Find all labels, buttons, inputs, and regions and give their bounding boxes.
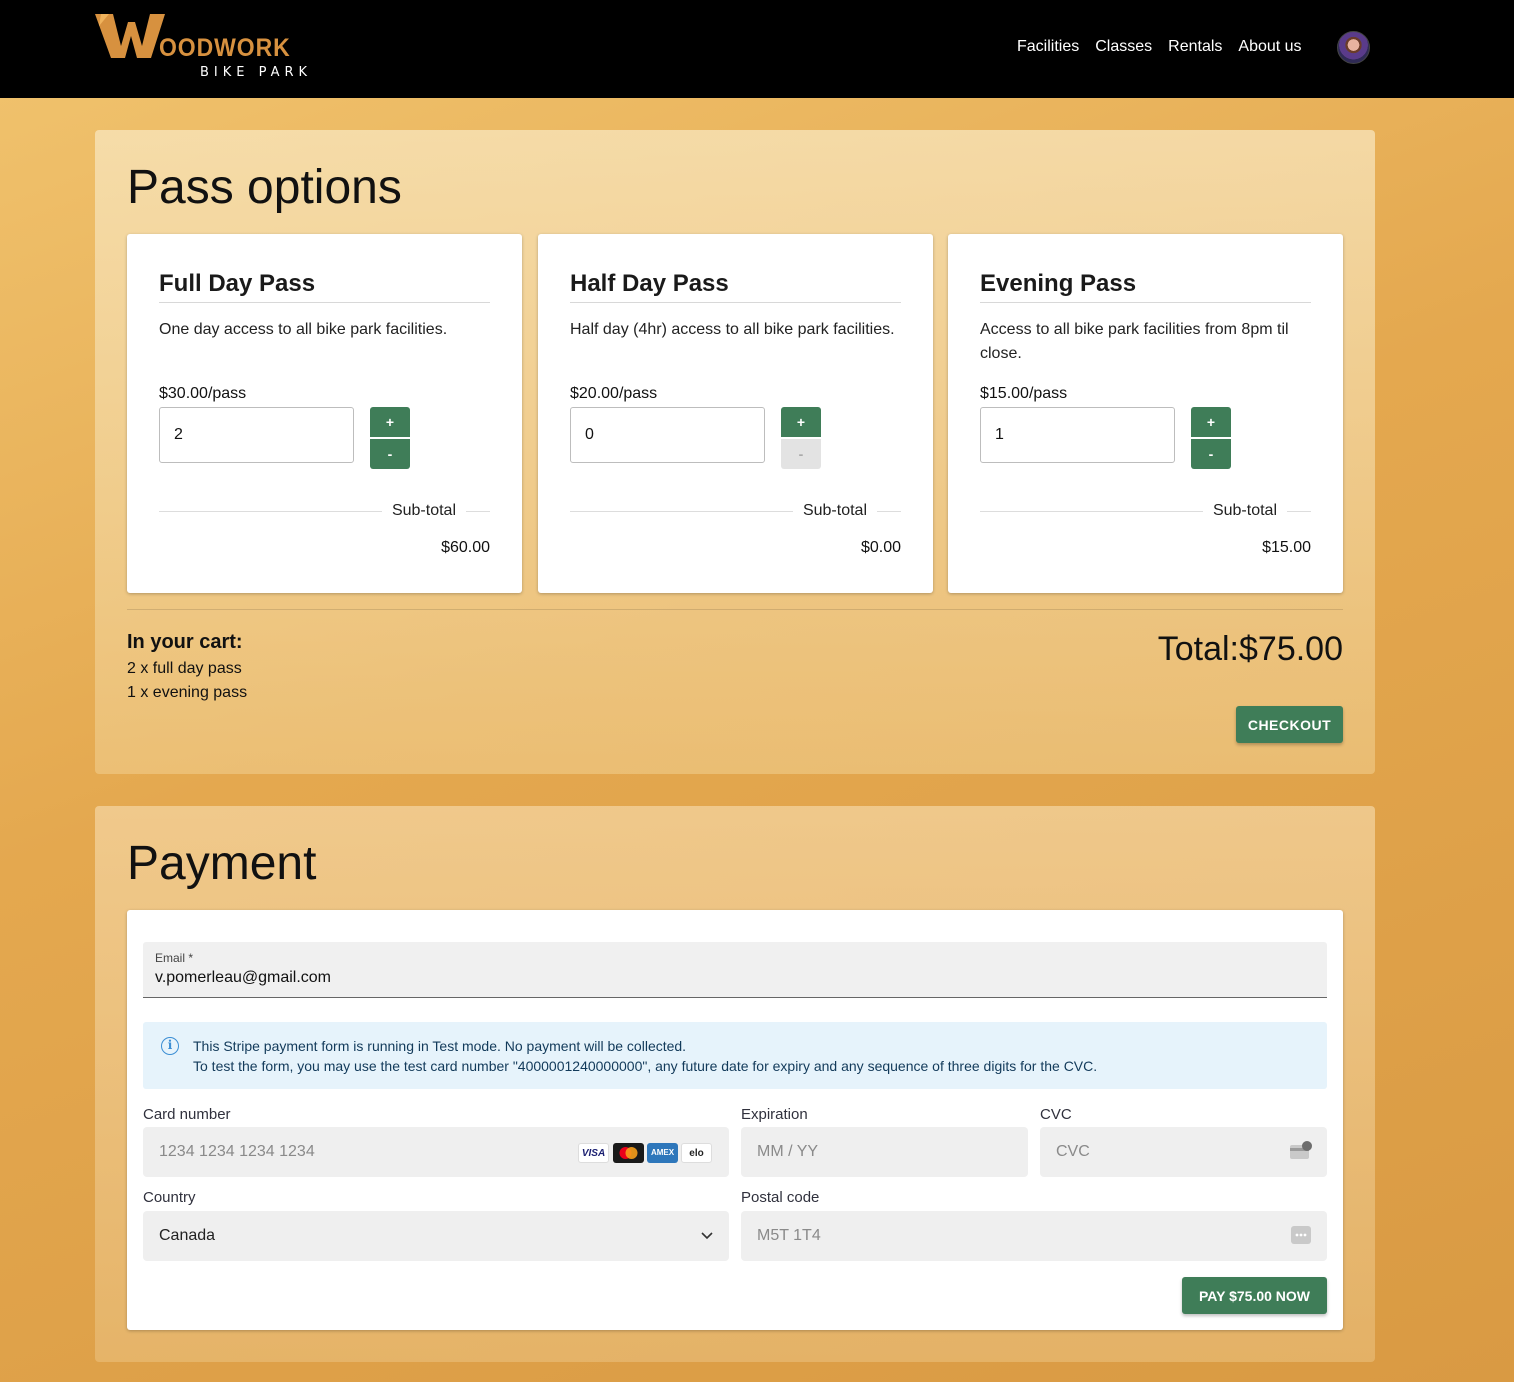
subtotal-value: $15.00 [1262,539,1311,556]
pass-description: Access to all bike park facilities from … [980,321,1289,362]
expiration-input[interactable]: MM / YY [741,1127,1028,1177]
cart-item: 1 x evening pass [127,684,248,701]
pass-options-title: Pass options [127,161,402,214]
mastercard-icon [613,1143,644,1163]
subtotal-value: $0.00 [860,539,901,556]
nav-about-us[interactable]: About us [1238,38,1301,56]
logo-w-mark [95,14,165,58]
payment-title: Payment [127,837,317,890]
main-nav: Facilities Classes Rentals About us [1017,38,1302,56]
subtotal-label: Sub-total [391,502,456,519]
pass-card-evening: Evening Pass Access to all bike park fac… [948,234,1343,593]
top-navbar: OODWORK BIKE PARK Facilities Classes Ren… [0,0,1514,98]
country-value: Canada [159,1227,216,1244]
pass-description: One day access to all bike park faciliti… [159,321,448,338]
email-value[interactable]: v.pomerleau@gmail.com [155,969,331,987]
pass-name: Half Day Pass [570,270,901,303]
nav-rentals[interactable]: Rentals [1168,38,1222,56]
nav-facilities[interactable]: Facilities [1017,38,1079,56]
email-label: Email * [155,951,194,965]
quantity-input[interactable]: 1 [980,407,1175,463]
visa-icon: VISA [578,1143,609,1163]
subtotal-label: Sub-total [1212,502,1277,519]
card-number-label: Card number [143,1106,231,1123]
nav-classes[interactable]: Classes [1095,38,1152,56]
pass-options-panel: Pass options Full Day Pass One day acces… [95,130,1375,774]
card-number-input[interactable]: 1234 1234 1234 1234 VISA AMEX elo [143,1127,729,1177]
quantity-input[interactable]: 2 [159,407,354,463]
elo-icon: elo [681,1143,712,1163]
pass-card-half-day: Half Day Pass Half day (4hr) access to a… [538,234,933,593]
increment-button[interactable]: + [370,407,410,437]
pass-price: $30.00/pass [159,385,247,402]
cvc-placeholder: CVC [1056,1143,1090,1160]
pass-price: $20.00/pass [570,385,658,402]
country-label: Country [143,1189,196,1206]
autofill-dots-icon[interactable] [1289,1225,1313,1245]
subtotal-divider: Sub-total [570,502,901,520]
test-mode-notice: i This Stripe payment form is running in… [143,1022,1327,1089]
cvc-input[interactable]: CVC [1040,1127,1327,1177]
logo-subtitle: BIKE PARK [200,65,313,80]
increment-button[interactable]: + [1191,407,1231,437]
card-number-placeholder: 1234 1234 1234 1234 [159,1143,315,1160]
quantity-stepper: + - [781,407,821,470]
cvc-label: CVC [1040,1106,1072,1123]
email-field[interactable]: Email * v.pomerleau@gmail.com [143,942,1327,998]
decrement-button[interactable]: - [781,439,821,469]
pass-name: Full Day Pass [159,270,490,303]
postal-code-placeholder: M5T 1T4 [757,1227,821,1244]
quantity-input[interactable]: 0 [570,407,765,463]
subtotal-label: Sub-total [802,502,867,519]
subtotal-divider: Sub-total [980,502,1311,520]
pass-name: Evening Pass [980,270,1311,303]
subtotal-divider: Sub-total [159,502,490,520]
checkout-button[interactable]: CHECKOUT [1236,706,1343,743]
cart-item: 2 x full day pass [127,660,242,677]
notice-line-1: This Stripe payment form is running in T… [193,1038,687,1054]
chevron-down-icon [701,1232,713,1240]
pass-price: $15.00/pass [980,385,1068,402]
decrement-button[interactable]: - [1191,439,1231,469]
quantity-stepper: + - [1191,407,1231,470]
cart-divider [127,609,1343,610]
expiration-label: Expiration [741,1106,808,1123]
user-avatar[interactable] [1337,31,1370,64]
quantity-stepper: + - [370,407,410,470]
notice-line-2: To test the form, you may use the test c… [193,1058,1098,1074]
postal-code-label: Postal code [741,1189,820,1206]
postal-code-input[interactable]: M5T 1T4 [741,1211,1327,1261]
pass-description: Half day (4hr) access to all bike park f… [570,321,895,338]
decrement-button[interactable]: - [370,439,410,469]
increment-button[interactable]: + [781,407,821,437]
payment-form: Email * v.pomerleau@gmail.com i This Str… [127,910,1343,1330]
expiration-placeholder: MM / YY [757,1143,819,1160]
subtotal-value: $60.00 [441,539,490,556]
cvc-card-icon [1290,1141,1312,1159]
woodwork-logo[interactable]: OODWORK BIKE PARK [95,12,325,84]
payment-panel: Payment Email * v.pomerleau@gmail.com i … [95,806,1375,1362]
info-icon: i [161,1037,179,1055]
country-select[interactable]: Canada [143,1211,729,1261]
cart-title: In your cart: [127,631,243,653]
cart-total: Total:$75.00 [1157,630,1343,668]
pay-now-button[interactable]: PAY $75.00 NOW [1182,1277,1327,1314]
logo-text: OODWORK [159,34,291,62]
pass-card-full-day: Full Day Pass One day access to all bike… [127,234,522,593]
amex-icon: AMEX [647,1143,678,1163]
